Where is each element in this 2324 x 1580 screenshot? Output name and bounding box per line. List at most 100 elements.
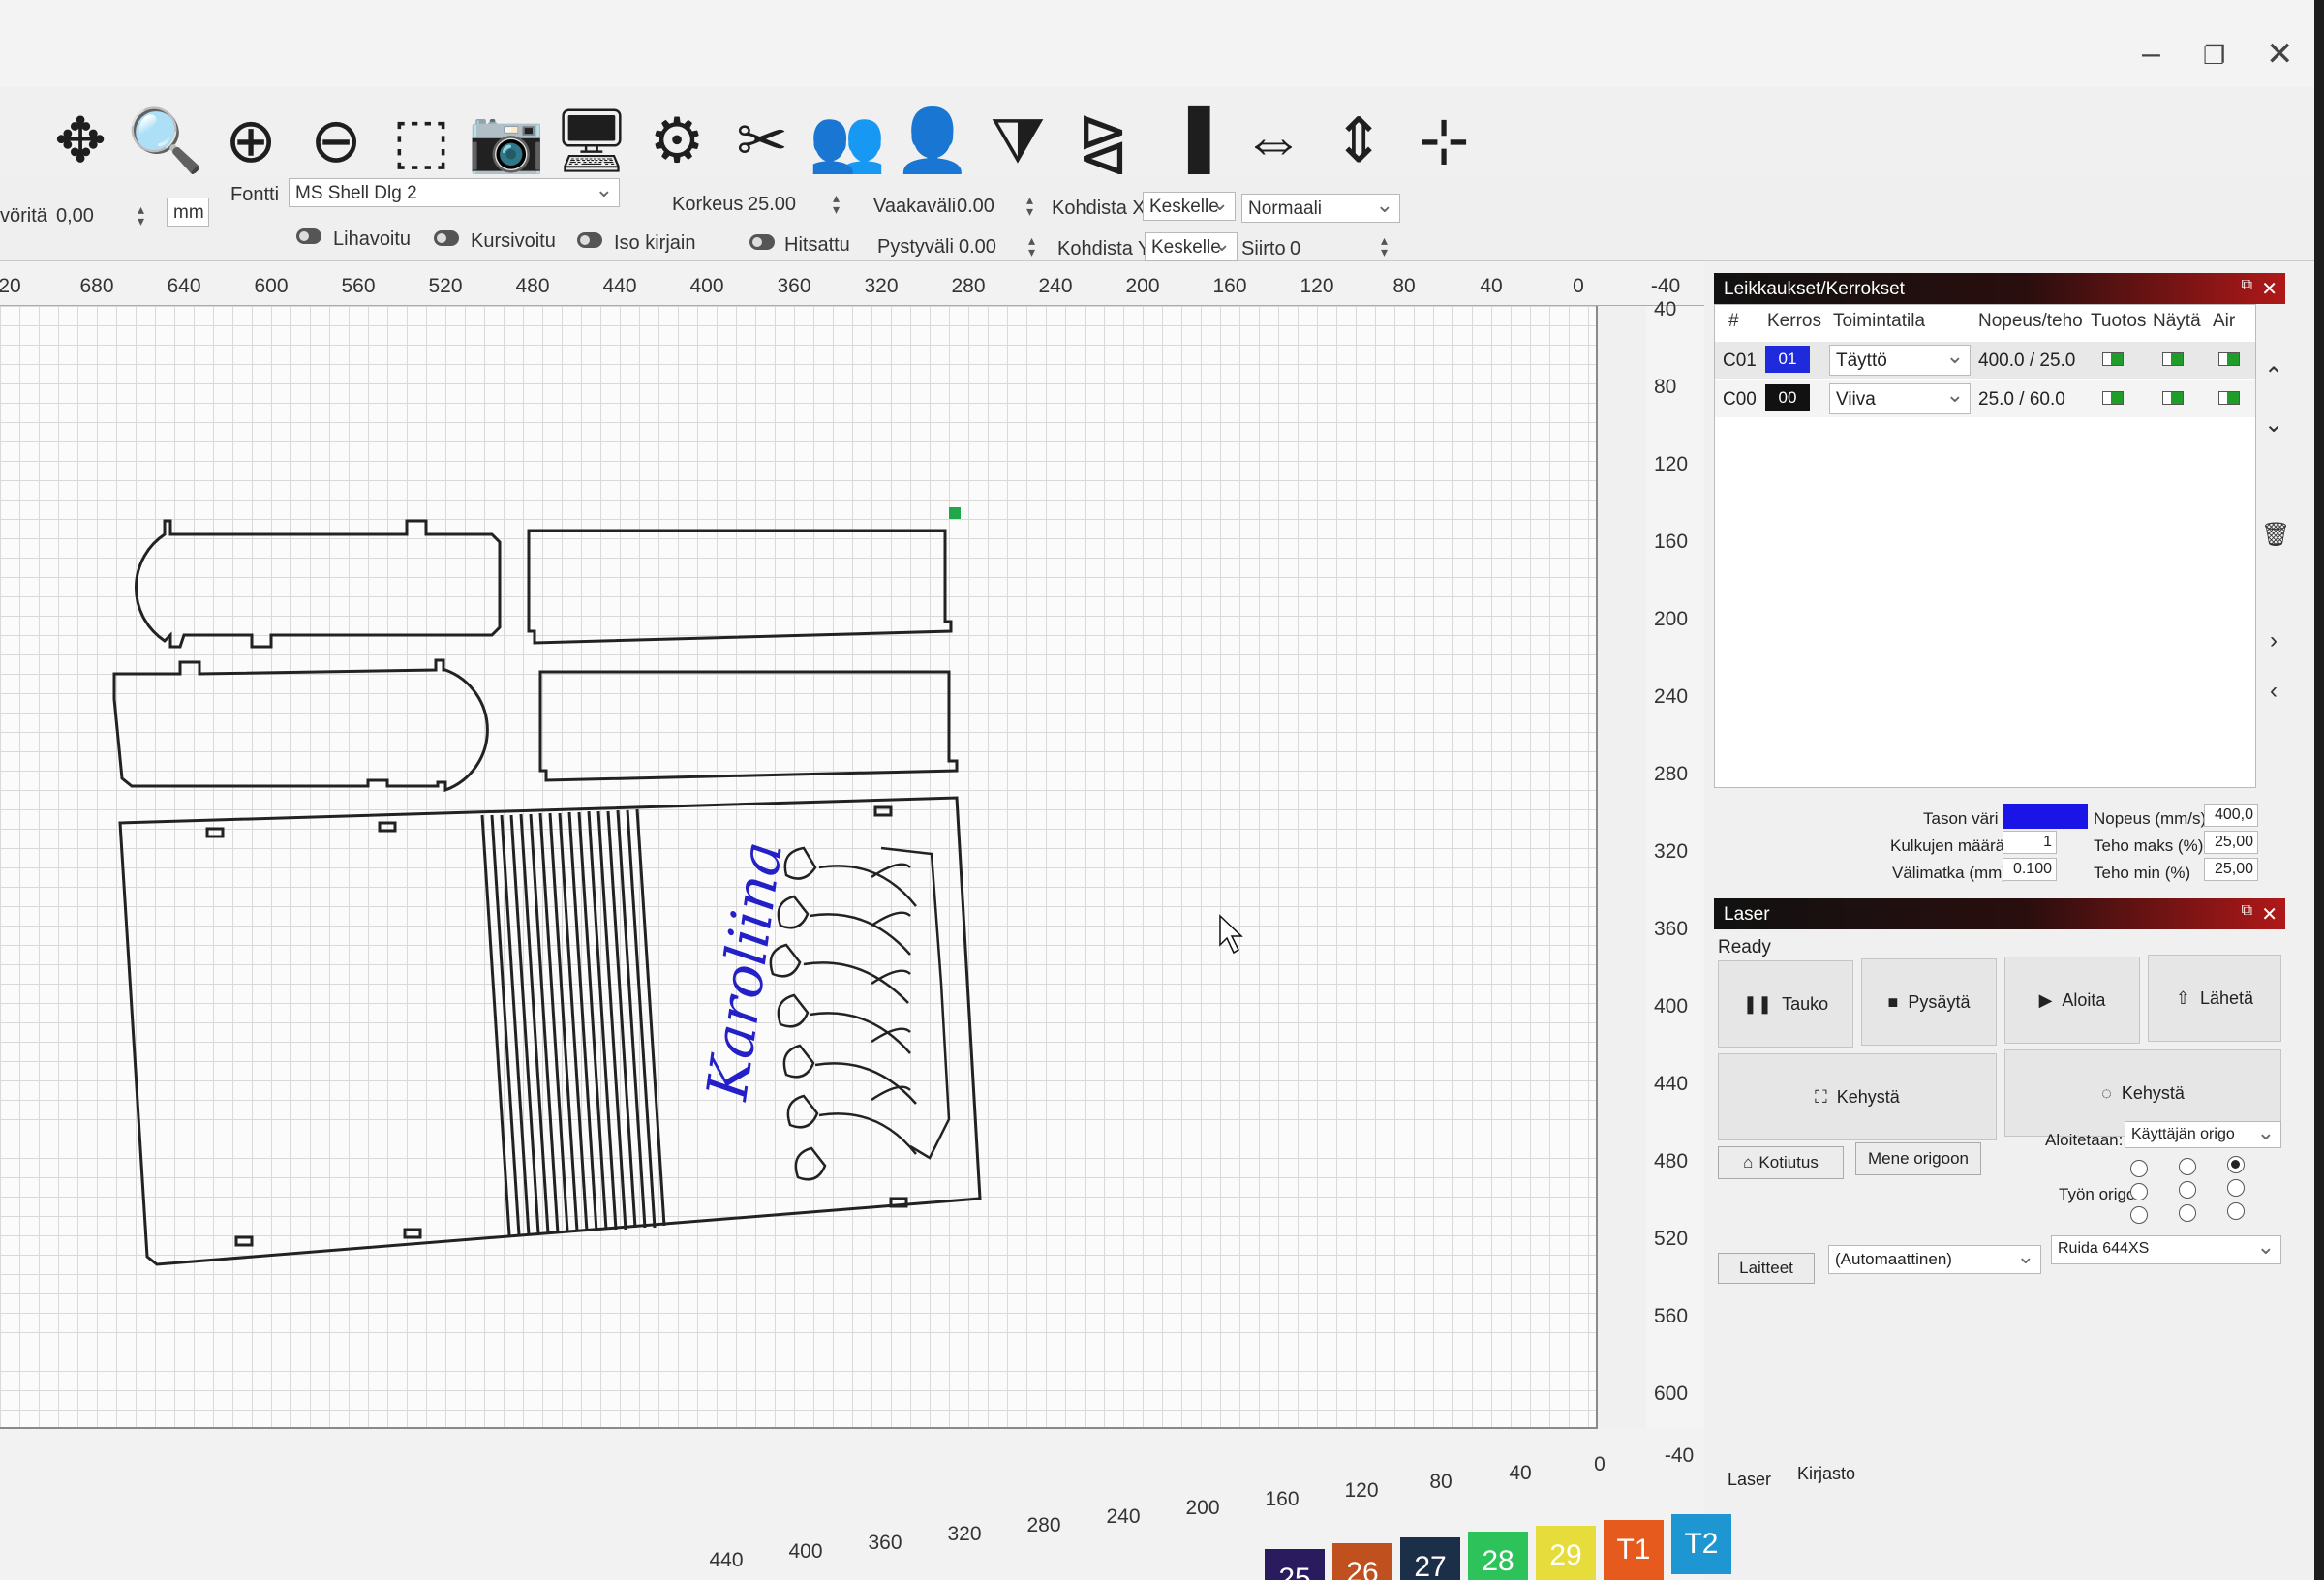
layer-row[interactable]: C01 01 Täyttö 400.0 / 25.0	[1715, 342, 2255, 379]
origin-radio-tl[interactable]	[2130, 1160, 2148, 1177]
output-toggle[interactable]	[2102, 352, 2124, 366]
start-button[interactable]: ▶ Aloita	[2004, 957, 2140, 1044]
palette-swatch-26[interactable]: 26	[1332, 1543, 1392, 1580]
aligny-select[interactable]: Keskelle	[1145, 232, 1238, 261]
selection-handle[interactable]	[949, 507, 961, 519]
palette-swatch-t2[interactable]: T2	[1671, 1514, 1731, 1574]
close-panel-icon[interactable]: ✕	[2261, 902, 2278, 927]
offset-spinner[interactable]: ▴ ▾	[1381, 233, 1388, 258]
speed-input[interactable]: 400,0	[2204, 804, 2258, 827]
user-icon[interactable]: 👤	[891, 97, 974, 184]
users-icon[interactable]: 👥	[806, 97, 889, 184]
layer-speed-power: 25.0 / 60.0	[1978, 389, 2065, 410]
fill-value[interactable]: 0,00	[56, 205, 94, 228]
send-button[interactable]: ⇧ Lähetä	[2148, 955, 2281, 1042]
devices-button[interactable]: Laitteet	[1718, 1253, 1815, 1284]
palette-swatch-28[interactable]: 28	[1468, 1532, 1528, 1580]
hspace-value[interactable]: 0.00	[957, 196, 994, 218]
palette-swatch-29[interactable]: 29	[1536, 1526, 1596, 1580]
frame-button[interactable]: ⛶ Kehystä	[1718, 1053, 1997, 1140]
height-value[interactable]: 25.00	[748, 194, 796, 216]
italic-toggle[interactable]	[434, 230, 459, 246]
bold-toggle[interactable]	[296, 228, 321, 244]
vspace-value[interactable]: 0.00	[959, 236, 996, 258]
zoom-page-icon[interactable]: 🔍	[124, 97, 207, 184]
vspace-spinner[interactable]: ▴ ▾	[1028, 233, 1035, 258]
close-panel-icon[interactable]: ✕	[2261, 277, 2278, 301]
weld-toggle[interactable]	[749, 234, 775, 250]
origin-radio-bl[interactable]	[2130, 1206, 2148, 1224]
device-select[interactable]: Ruida 644XS	[2051, 1235, 2281, 1264]
palette-swatch-27[interactable]: 27	[1400, 1537, 1460, 1580]
layer-mode-select[interactable]: Täyttö	[1829, 344, 1971, 376]
start-from-select[interactable]: Käyttäjän origo	[2125, 1121, 2281, 1148]
delete-layer-icon[interactable]: 🗑	[2261, 521, 2290, 556]
move-layer-down-icon[interactable]: ⌄	[2261, 410, 2286, 445]
close-icon[interactable]: ✕	[2266, 35, 2294, 74]
max-power-input[interactable]: 25,00	[2204, 831, 2258, 854]
layer-color-box[interactable]: 00	[1765, 384, 1810, 411]
expand-left-icon[interactable]: ‹	[2261, 678, 2286, 713]
zoom-in-icon[interactable]: ⊕	[209, 97, 292, 184]
layer-row[interactable]: C00 00 Viiva 25.0 / 60.0	[1715, 380, 2255, 417]
go-to-origin-button[interactable]: Mene origoon	[1855, 1142, 1981, 1175]
air-toggle[interactable]	[2218, 352, 2240, 366]
layer-color-swatch[interactable]	[2003, 804, 2088, 829]
layer-mode-select[interactable]: Viiva	[1829, 382, 1971, 414]
origin-icon[interactable]: ⊹	[1402, 97, 1485, 184]
float-panel-icon[interactable]: ⧉	[2242, 902, 2252, 920]
move-layer-up-icon[interactable]: ⌃	[2261, 362, 2286, 397]
alignx-select[interactable]: Keskelle	[1143, 192, 1236, 221]
tab-laser[interactable]: Laser	[1728, 1470, 1771, 1490]
fill-spinner[interactable]: ▴ ▾	[138, 202, 144, 228]
float-panel-icon[interactable]: ⧉	[2242, 277, 2252, 294]
origin-radio-ml[interactable]	[2130, 1183, 2148, 1200]
origin-radio-tc[interactable]	[2179, 1158, 2196, 1175]
text-style-select[interactable]: Normaali	[1241, 194, 1400, 223]
home-button[interactable]: ⌂ Kotiutus	[1718, 1146, 1844, 1179]
palette-swatch-25[interactable]: 25	[1265, 1549, 1325, 1580]
stop-button[interactable]: ■ Pysäytä	[1861, 958, 1997, 1046]
pause-button[interactable]: ❚❚ Tauko	[1718, 960, 1853, 1048]
origin-radio-mc[interactable]	[2179, 1181, 2196, 1199]
show-toggle[interactable]	[2162, 352, 2184, 366]
monitor-icon[interactable]: 🖥	[550, 97, 633, 184]
tab-library[interactable]: Kirjasto	[1797, 1464, 1855, 1484]
camera-icon[interactable]: 📷	[465, 97, 548, 184]
restore-icon[interactable]: ❐	[2203, 41, 2225, 71]
origin-radio-br[interactable]	[2227, 1202, 2245, 1220]
offset-value[interactable]: 0	[1290, 238, 1300, 260]
height-spinner[interactable]: ▴ ▾	[833, 191, 840, 216]
palette-swatch-t1[interactable]: T1	[1604, 1520, 1664, 1580]
air-toggle[interactable]	[2218, 391, 2240, 405]
distribute-v-icon[interactable]: ⇕	[1317, 97, 1400, 184]
design-shapes[interactable]: Karoliina	[0, 306, 1598, 1429]
expand-right-icon[interactable]: ›	[2261, 627, 2286, 662]
settings-gears-icon[interactable]: ⚙	[635, 97, 719, 184]
flip-icon[interactable]: ⧎	[1061, 97, 1145, 184]
output-toggle[interactable]	[2102, 391, 2124, 405]
hspace-spinner[interactable]: ▴ ▾	[1026, 193, 1033, 218]
zoom-out-icon[interactable]: ⊖	[294, 97, 378, 184]
tools-icon[interactable]: ✂	[720, 97, 804, 184]
caps-toggle[interactable]	[577, 232, 602, 248]
origin-radio-tr[interactable]	[2227, 1156, 2245, 1173]
passes-input[interactable]: 1	[2003, 831, 2057, 854]
mirror-icon[interactable]: ⧩	[976, 97, 1059, 184]
port-select[interactable]: (Automaattinen)	[1828, 1245, 2041, 1274]
engraved-name-text[interactable]: Karoliina	[693, 837, 795, 1105]
interval-input[interactable]: 0.100	[2003, 858, 2057, 881]
select-frame-icon[interactable]: ⬚	[380, 97, 463, 184]
minimize-icon[interactable]: ‒	[2142, 35, 2160, 73]
min-power-input[interactable]: 25,00	[2204, 858, 2258, 881]
layer-color-box[interactable]: 01	[1765, 346, 1810, 373]
align-left-icon[interactable]: ▐	[1147, 97, 1230, 184]
origin-radio-mr[interactable]	[2227, 1179, 2245, 1197]
font-select[interactable]: MS Shell Dlg 2	[289, 178, 620, 207]
show-toggle[interactable]	[2162, 391, 2184, 405]
move-icon[interactable]: ✥	[39, 97, 122, 184]
unit-toggle-button[interactable]: mm	[167, 198, 209, 227]
distribute-h-icon[interactable]: ⇔	[1232, 97, 1315, 184]
design-canvas[interactable]: Karoliina	[0, 306, 1598, 1429]
origin-radio-bc[interactable]	[2179, 1204, 2196, 1222]
